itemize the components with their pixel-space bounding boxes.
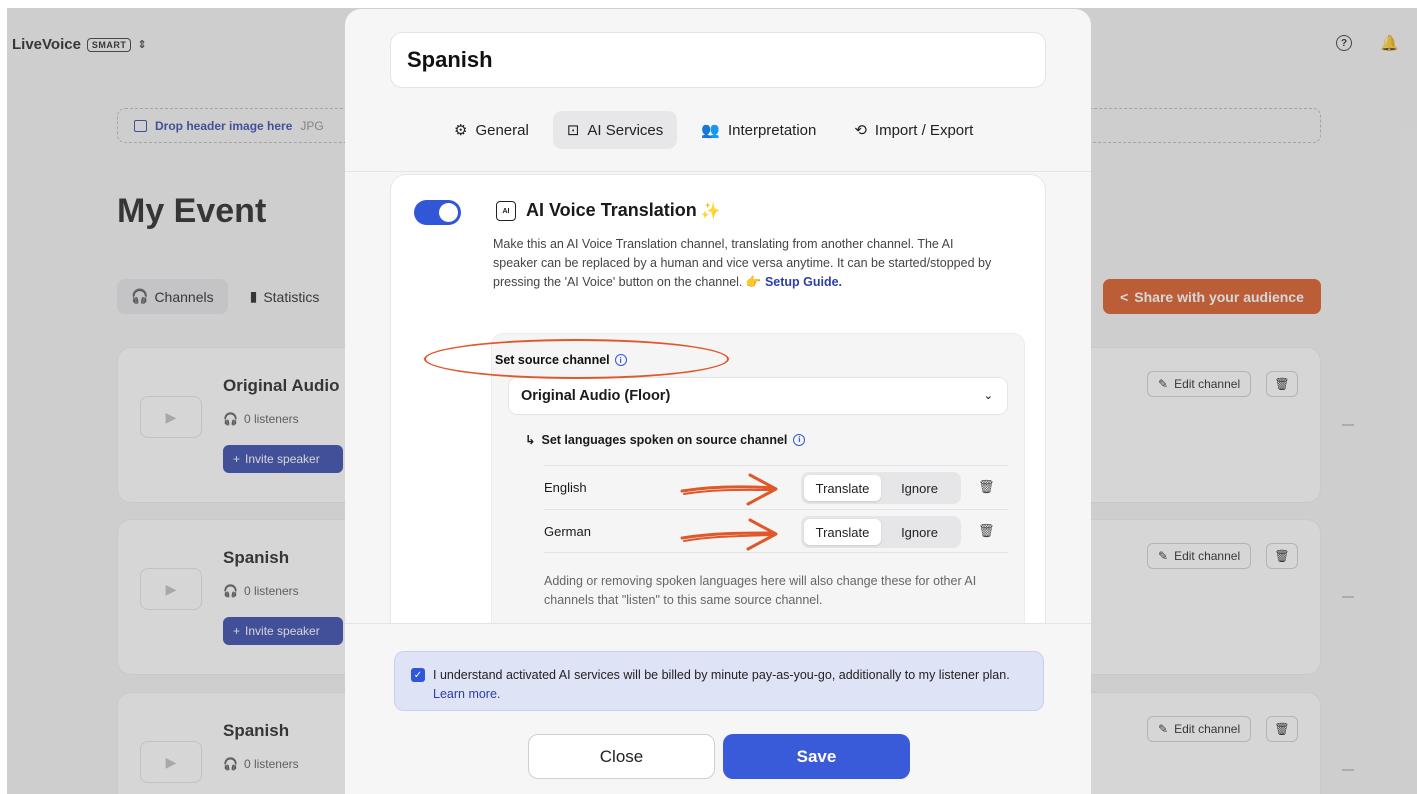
source-languages-label: ↳ Set languages spoken on source channel… bbox=[525, 432, 806, 447]
modal-footer: ✓ I understand activated AI services wil… bbox=[345, 623, 1091, 794]
ai-chip-icon: AI bbox=[496, 201, 516, 221]
toggle-knob bbox=[439, 203, 458, 222]
source-channel-select[interactable]: Original Audio (Floor) ⌄ bbox=[508, 377, 1008, 415]
tab-general-label: General bbox=[475, 121, 529, 139]
screen-edge bbox=[0, 0, 7, 794]
tab-interpretation-label: Interpretation bbox=[727, 121, 817, 139]
save-button[interactable]: Save bbox=[723, 734, 910, 779]
tab-interpretation[interactable]: 👥 Interpretation bbox=[687, 111, 830, 149]
ai-voice-translation-card: AI AI Voice Translation ✨ Make this an AI… bbox=[390, 174, 1046, 694]
channel-settings-modal: Spanish ⚙ General ⊡ AI Services 👥 Interp… bbox=[345, 9, 1091, 794]
people-icon: 👥 bbox=[701, 122, 720, 139]
ai-voice-description: Make this an AI Voice Translation channe… bbox=[493, 235, 993, 292]
setup-guide-link[interactable]: Setup Guide. bbox=[765, 275, 842, 289]
ai-voice-description-text: Make this an AI Voice Translation channe… bbox=[493, 237, 992, 289]
modal-tabs: ⚙ General ⊡ AI Services 👥 Interpretation… bbox=[440, 111, 987, 149]
sync-icon: ⟲ bbox=[854, 122, 867, 139]
divider bbox=[345, 171, 1091, 172]
gear-icon: ⚙ bbox=[454, 122, 468, 139]
screen-edge bbox=[0, 0, 1417, 8]
tab-import-export-label: Import / Export bbox=[874, 121, 974, 139]
consent-checkbox[interactable]: ✓ bbox=[411, 668, 425, 682]
tab-general[interactable]: ⚙ General bbox=[440, 111, 543, 149]
language-name: English bbox=[544, 480, 587, 495]
source-channel-value: Original Audio (Floor) bbox=[521, 388, 671, 404]
billing-consent: ✓ I understand activated AI services wil… bbox=[394, 651, 1044, 711]
trash-icon[interactable]: 🗑 bbox=[978, 523, 995, 539]
consent-text: I understand activated AI services will … bbox=[433, 668, 1010, 682]
chip-icon: ⊡ bbox=[566, 122, 580, 139]
close-button[interactable]: Close bbox=[528, 734, 715, 779]
tab-ai-services[interactable]: ⊡ AI Services bbox=[552, 111, 678, 149]
languages-note: Adding or removing spoken languages here… bbox=[544, 574, 977, 607]
annotation-arrow bbox=[680, 473, 778, 506]
ignore-option[interactable]: Ignore bbox=[881, 475, 958, 501]
pointing-hand-icon: 👉 bbox=[745, 275, 762, 289]
sparkle-icon: ✨ bbox=[700, 203, 721, 220]
language-name: German bbox=[544, 524, 591, 539]
ai-voice-toggle[interactable] bbox=[414, 200, 461, 225]
trash-icon[interactable]: 🗑 bbox=[978, 479, 995, 495]
source-languages-label-text: Set languages spoken on source channel bbox=[541, 432, 788, 447]
chevron-down-icon: ⌄ bbox=[983, 390, 993, 402]
translate-option[interactable]: Translate bbox=[804, 475, 881, 501]
ignore-option[interactable]: Ignore bbox=[881, 519, 958, 545]
translate-option[interactable]: Translate bbox=[804, 519, 881, 545]
sub-arrow-icon: ↳ bbox=[525, 433, 536, 447]
info-icon[interactable]: i bbox=[793, 433, 806, 446]
ai-voice-title-text: AI Voice Translation bbox=[526, 200, 697, 220]
tab-import-export[interactable]: ⟲ Import / Export bbox=[840, 111, 987, 149]
language-mode-toggle: Translate Ignore bbox=[801, 516, 961, 548]
annotation-arrow bbox=[680, 518, 778, 551]
language-mode-toggle: Translate Ignore bbox=[801, 472, 961, 504]
learn-more-link[interactable]: Learn more. bbox=[433, 687, 500, 701]
channel-name-input[interactable]: Spanish bbox=[390, 32, 1046, 88]
ai-voice-title: AI Voice Translation ✨ bbox=[526, 200, 721, 221]
annotation-circle bbox=[424, 339, 729, 379]
tab-ai-services-label: AI Services bbox=[587, 121, 664, 139]
